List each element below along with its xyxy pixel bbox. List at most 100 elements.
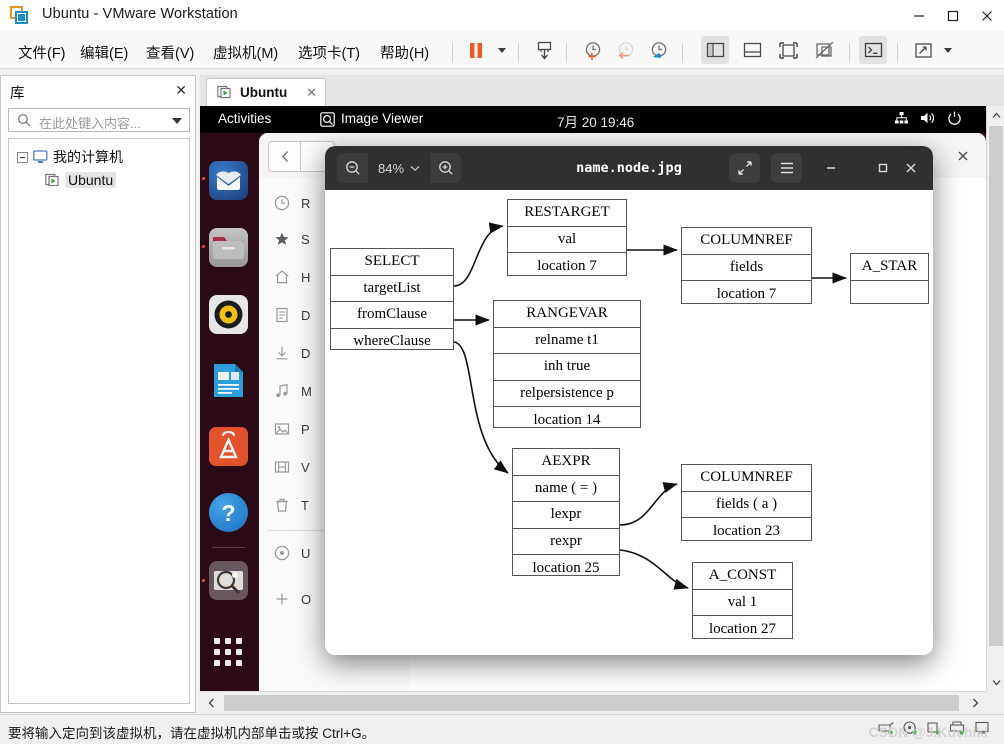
stretch-view-button[interactable] — [909, 36, 937, 64]
menu-help[interactable]: 帮助(H) — [380, 42, 429, 63]
image-viewer-maximize-button[interactable] — [867, 153, 898, 183]
diagram-node-columnref2: COLUMNREF fields ( a ) location 23 — [681, 464, 812, 541]
window-title: Ubuntu - VMware Workstation — [42, 6, 238, 22]
expander-icon[interactable] — [17, 151, 28, 163]
menu-vm[interactable]: 虚拟机(M) — [213, 42, 278, 63]
diagram-node-row: SELECT — [331, 249, 453, 276]
diagram-node-row: val 1 — [693, 590, 792, 617]
zoom-out-button[interactable] — [337, 153, 368, 183]
image-viewer-header-bar: name.node.jpg 84% — [325, 146, 933, 190]
library-tree: 我的计算机 Ubuntu — [8, 138, 190, 704]
app-menu-name[interactable]: Image Viewer — [341, 111, 423, 126]
hamburger-menu-button[interactable] — [771, 153, 802, 183]
close-button[interactable] — [970, 0, 1004, 31]
library-title: 库 — [10, 86, 25, 102]
minimize-button[interactable] — [902, 0, 936, 31]
scroll-down-button[interactable] — [987, 673, 1004, 691]
files-icon[interactable] — [209, 228, 248, 267]
send-ctrl-alt-del-button[interactable] — [530, 36, 558, 64]
vm-icon — [217, 85, 232, 104]
console-view-button[interactable] — [859, 36, 887, 64]
pause-button[interactable] — [462, 36, 490, 64]
pause-dropdown-caret-icon[interactable] — [498, 48, 506, 53]
take-snapshot-button[interactable] — [579, 36, 607, 64]
horizontal-scrollbar[interactable] — [200, 691, 986, 714]
gnome-top-bar: Activities Image Viewer 7月 20 19:46 — [200, 106, 986, 133]
menu-bar: 文件(F) 编辑(E) 查看(V) 虚拟机(M) 选项卡(T) 帮助(H) — [0, 31, 1004, 69]
image-viewer-minimize-button[interactable] — [815, 153, 846, 183]
unity-mode-button[interactable] — [810, 36, 838, 64]
diagram-node-row: RESTARGET — [508, 200, 626, 227]
status-message: 要将输入定向到该虚拟机，请在虚拟机内部单击或按 Ctrl+G。 — [8, 726, 376, 741]
image-viewer-close-button[interactable] — [895, 153, 926, 183]
show-applications-icon[interactable] — [214, 638, 243, 667]
menu-view[interactable]: 查看(V) — [146, 42, 194, 63]
vertical-scrollbar[interactable] — [986, 106, 1004, 691]
menu-tabs[interactable]: 选项卡(T) — [298, 42, 360, 63]
menu-edit[interactable]: 编辑(E) — [80, 42, 128, 63]
recent-icon — [269, 195, 295, 211]
files-back-button[interactable] — [268, 141, 303, 172]
show-library-button[interactable] — [701, 36, 729, 64]
sidebar-item-label: H — [301, 269, 311, 285]
menu-file[interactable]: 文件(F) — [18, 42, 66, 63]
fullscreen-button[interactable] — [729, 153, 760, 183]
help-icon[interactable]: ? — [209, 493, 248, 532]
diagram-node-row: targetList — [331, 276, 453, 302]
diagram-node-row: A_CONST — [693, 563, 792, 590]
diagram-node-row: relname t1 — [494, 328, 640, 355]
zoom-level-dropdown[interactable]: 84% — [368, 153, 431, 183]
horizontal-scroll-thumb[interactable] — [224, 695, 959, 711]
show-thumbnail-bar-button[interactable] — [738, 36, 766, 64]
rhythmbox-icon[interactable] — [209, 295, 248, 334]
ubuntu-dock: ? — [200, 133, 257, 691]
revert-snapshot-button[interactable] — [612, 36, 640, 64]
search-dropdown-caret-icon[interactable] — [172, 118, 182, 124]
sidebar-item-label: P — [301, 421, 310, 437]
library-search-placeholder: 在此处键入内容... — [39, 116, 141, 131]
zoom-in-button[interactable] — [430, 153, 462, 183]
image-canvas[interactable]: A_CONST val 1 location 27 COLUMNREF fields (… — [325, 190, 933, 655]
videos-icon — [269, 459, 295, 475]
starred-icon — [269, 231, 295, 247]
scroll-up-button[interactable] — [987, 106, 1004, 124]
clock[interactable]: 7月 20 19:46 — [557, 111, 634, 131]
diagram-node-row: location 7 — [716, 285, 777, 302]
enter-full-screen-button[interactable] — [774, 36, 802, 64]
sidebar-item-label: V — [301, 459, 310, 475]
tree-item-my-computer[interactable]: 我的计算机 — [17, 147, 123, 167]
ubuntu-software-icon[interactable] — [209, 427, 248, 466]
vm-viewport[interactable]: R S H D D M P V T U O Activities Image V… — [200, 106, 986, 691]
maximize-button[interactable] — [936, 0, 970, 31]
stretch-dropdown-caret-icon[interactable] — [944, 48, 952, 53]
diagram-node-row: rexpr — [513, 529, 619, 556]
volume-icon — [920, 111, 936, 130]
files-close-button[interactable] — [953, 146, 973, 166]
tree-item-ubuntu[interactable]: Ubuntu — [45, 170, 117, 190]
library-search-input[interactable]: 在此处键入内容... — [8, 108, 190, 132]
libreoffice-writer-icon[interactable] — [209, 361, 248, 400]
scroll-left-button[interactable] — [200, 692, 222, 714]
diagram-node-row: RANGEVAR — [494, 301, 640, 328]
plus-icon — [269, 591, 295, 607]
trash-icon — [269, 497, 295, 513]
watermark: CSDN @J.Kuchiki — [868, 724, 988, 740]
tab-close-icon[interactable]: ✕ — [306, 85, 317, 101]
system-indicators[interactable] — [894, 111, 962, 130]
diagram-node-row: location 14 — [533, 411, 601, 428]
activities-button[interactable]: Activities — [218, 111, 271, 126]
thunderbird-icon[interactable] — [209, 161, 248, 200]
library-close-icon[interactable]: ✕ — [175, 82, 187, 99]
image-viewer-icon[interactable] — [209, 561, 248, 600]
tab-label: Ubuntu — [240, 85, 288, 100]
search-icon — [17, 113, 31, 132]
tab-ubuntu[interactable]: Ubuntu ✕ — [206, 78, 326, 107]
svg-text:?: ? — [221, 500, 235, 526]
snapshot-manager-button[interactable] — [645, 36, 673, 64]
sidebar-item-label: S — [301, 231, 310, 247]
diagram-node-row: location 23 — [712, 522, 781, 539]
scroll-right-button[interactable] — [964, 692, 986, 714]
image-viewer-window[interactable]: name.node.jpg 84% A_CONST val 1 location… — [325, 146, 933, 655]
vertical-scroll-thumb[interactable] — [989, 126, 1003, 646]
tree-item-label: Ubuntu — [65, 172, 117, 188]
